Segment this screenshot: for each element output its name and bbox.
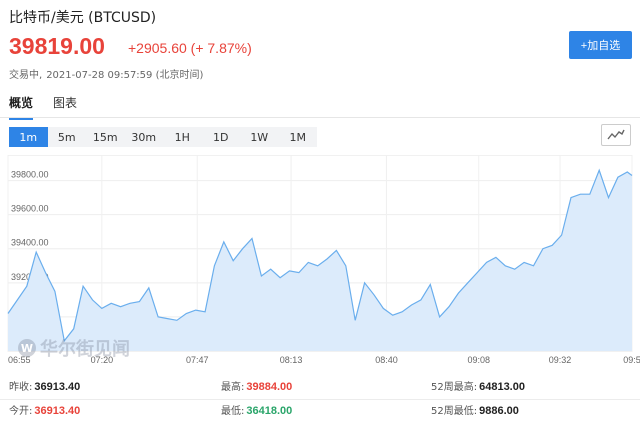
stat-prev-close: 昨收: 36913.40 xyxy=(9,378,80,393)
stat-open: 今开: 36913.40 xyxy=(9,402,80,417)
timestamp: 2021-07-28 09:57:59 (北京时间) xyxy=(46,70,204,81)
stat-label: 52周最高: xyxy=(431,382,478,393)
x-tick-label: 09:5 xyxy=(623,355,640,365)
period-tab-1mo[interactable]: 1M xyxy=(279,127,318,147)
stat-value: 64813.00 xyxy=(479,381,525,393)
stat-value: 36913.40 xyxy=(34,405,81,417)
stat-label: 52周最低: xyxy=(431,406,478,417)
trading-status: 交易中, 2021-07-28 09:57:59 (北京时间) xyxy=(9,66,207,81)
instrument-title: 比特币/美元 (BTCUSD) xyxy=(9,10,157,26)
x-tick-label: 08:13 xyxy=(280,355,303,365)
stat-value: 39884.00 xyxy=(246,381,293,393)
x-tick-label: 07:47 xyxy=(186,355,209,365)
period-tab-30m[interactable]: 30m xyxy=(125,127,164,147)
price-change: +2905.60 (+ 7.87%) xyxy=(128,40,252,56)
x-tick-label: 08:40 xyxy=(375,355,398,365)
x-tick-label: 09:32 xyxy=(549,355,572,365)
y-tick-label: 39400.00 xyxy=(11,238,49,248)
stat-label: 昨收: xyxy=(9,382,33,393)
period-tab-1m[interactable]: 1m xyxy=(9,127,48,147)
add-watchlist-button[interactable]: +加自选 xyxy=(569,31,632,59)
stat-label: 最低: xyxy=(221,406,245,417)
stat-label: 最高: xyxy=(221,382,245,393)
status-label: 交易中, xyxy=(9,70,43,81)
x-tick-label: 09:08 xyxy=(467,355,490,365)
period-tab-1w[interactable]: 1W xyxy=(240,127,279,147)
period-tab-15m[interactable]: 15m xyxy=(86,127,125,147)
stats-row: 昨收: 36913.40 最高: 39884.00 52周最高: 64813.00 xyxy=(0,378,640,400)
stats-row: 今开: 36913.40 最低: 36418.00 52周最低: 9886.00 xyxy=(0,402,640,424)
chart-type-button[interactable] xyxy=(601,124,631,146)
line-chart-icon xyxy=(607,129,625,140)
y-tick-label: 39600.00 xyxy=(11,204,49,214)
stat-52w-high: 52周最高: 64813.00 xyxy=(431,378,525,393)
watermark-logo-icon: W xyxy=(18,339,36,357)
stats-separator xyxy=(0,399,640,400)
stat-value: 36913.40 xyxy=(34,381,81,393)
period-tab-1d[interactable]: 1D xyxy=(202,127,241,147)
stat-52w-low: 52周最低: 9886.00 xyxy=(431,402,519,417)
watermark: W 华尔街见闻 xyxy=(18,335,130,361)
period-tab-5m[interactable]: 5m xyxy=(48,127,87,147)
y-tick-label: 39800.00 xyxy=(11,170,49,180)
current-price: 39819.00 xyxy=(9,33,105,59)
divider xyxy=(0,117,640,118)
stat-label: 今开: xyxy=(9,406,33,417)
watermark-text: 华尔街见闻 xyxy=(40,339,130,360)
period-tabs: 1m 5m 15m 30m 1H 1D 1W 1M xyxy=(9,127,317,147)
stat-value: 9886.00 xyxy=(479,405,519,417)
stat-high: 最高: 39884.00 xyxy=(221,378,292,393)
stat-low: 最低: 36418.00 xyxy=(221,402,292,417)
period-tab-1h[interactable]: 1H xyxy=(163,127,202,147)
stat-value: 36418.00 xyxy=(246,405,293,417)
